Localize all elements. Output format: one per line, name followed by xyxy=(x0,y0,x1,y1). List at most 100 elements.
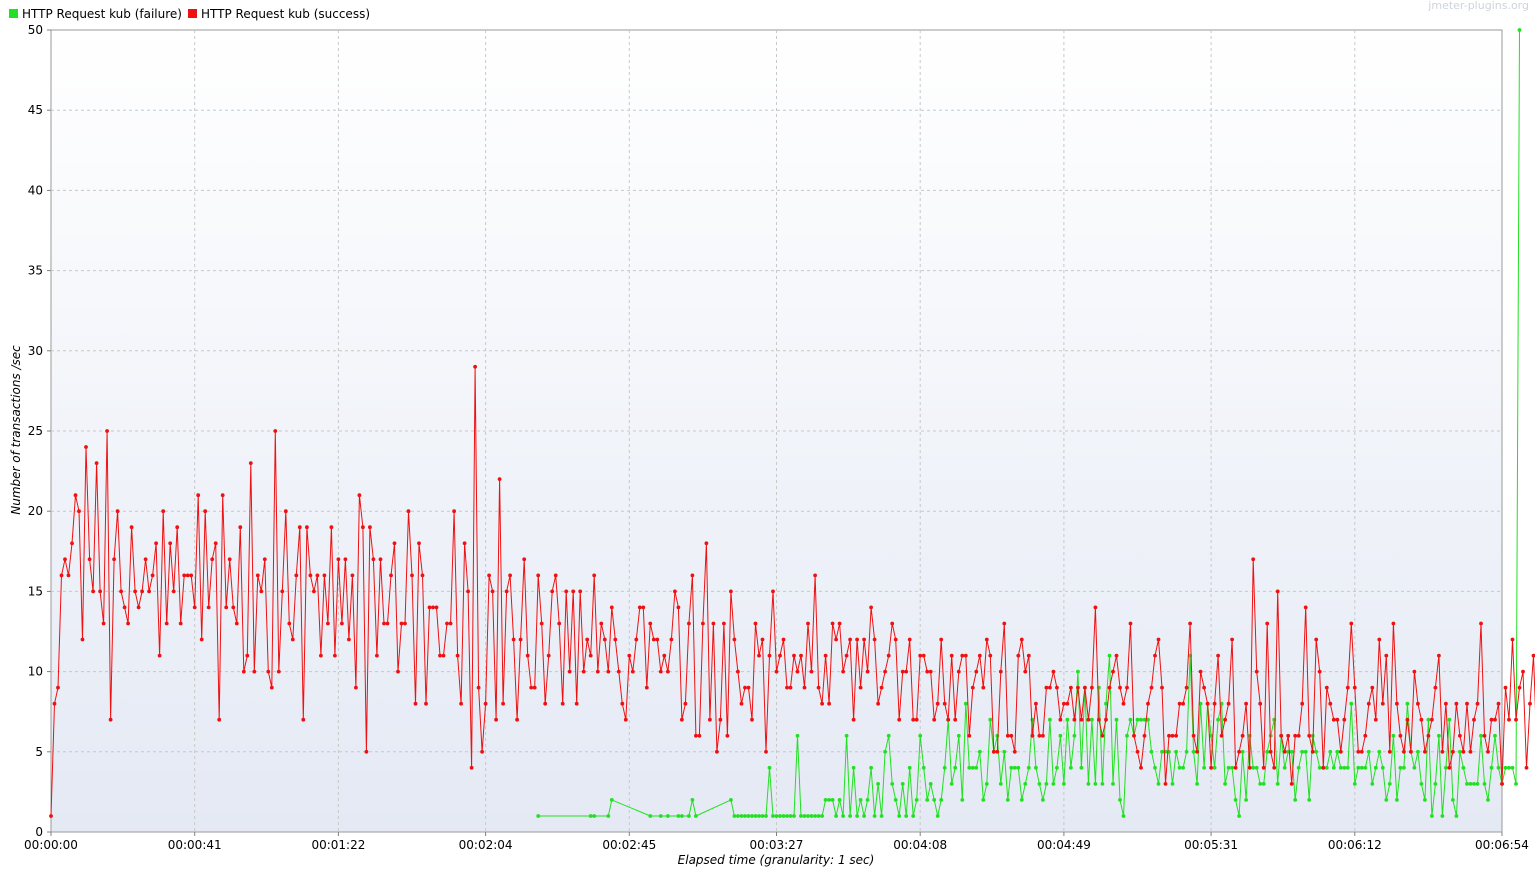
failure-point xyxy=(914,798,919,802)
success-point xyxy=(942,701,947,706)
failure-point xyxy=(1430,814,1434,818)
success-point xyxy=(673,589,677,594)
legend-swatch-failure xyxy=(9,9,18,18)
success-point xyxy=(536,573,541,578)
failure-point xyxy=(736,814,740,818)
success-point xyxy=(392,541,397,546)
success-point xyxy=(1531,653,1535,658)
success-point xyxy=(1338,749,1343,754)
failure-point xyxy=(848,814,852,818)
success-point xyxy=(715,749,719,754)
success-point xyxy=(820,701,824,706)
success-point xyxy=(1321,765,1326,770)
success-point xyxy=(1002,621,1007,626)
success-point xyxy=(781,637,786,642)
failure-point xyxy=(1440,814,1445,818)
failure-point xyxy=(1195,782,1199,786)
success-point xyxy=(841,669,845,674)
success-point xyxy=(185,573,190,578)
success-point xyxy=(1282,749,1287,754)
success-point xyxy=(1037,733,1042,738)
failure-point xyxy=(970,765,975,770)
success-point xyxy=(725,733,730,738)
success-point xyxy=(1454,701,1459,706)
success-point xyxy=(736,669,740,674)
failure-point xyxy=(865,798,870,802)
success-point xyxy=(119,589,123,594)
failure-point xyxy=(1058,733,1063,738)
failure-point xyxy=(1465,782,1469,786)
success-point xyxy=(644,685,649,690)
success-point xyxy=(897,717,902,722)
success-point xyxy=(1426,733,1431,738)
success-point xyxy=(1062,701,1066,706)
failure-point xyxy=(1226,765,1231,770)
failure-point xyxy=(1244,798,1248,802)
success-point xyxy=(427,605,432,610)
success-point xyxy=(361,525,365,530)
y-tick-label: 35 xyxy=(28,264,43,278)
failure-point xyxy=(858,798,863,802)
failure-point xyxy=(1377,749,1382,754)
failure-point xyxy=(932,798,937,802)
failure-point xyxy=(1342,765,1347,770)
success-point xyxy=(515,717,519,722)
failure-point xyxy=(1426,717,1431,722)
success-point xyxy=(546,653,551,658)
success-point xyxy=(1444,701,1448,706)
success-point xyxy=(445,621,449,626)
success-point xyxy=(1451,749,1455,754)
failure-point xyxy=(963,701,968,706)
success-point xyxy=(830,621,835,626)
success-point xyxy=(1209,765,1213,770)
failure-point xyxy=(690,798,695,802)
success-point xyxy=(1093,605,1098,610)
success-point xyxy=(935,701,940,706)
success-point xyxy=(494,717,498,722)
failure-point xyxy=(1048,717,1052,722)
success-point xyxy=(259,589,264,594)
success-point xyxy=(406,509,411,514)
failure-point xyxy=(1034,765,1038,770)
failure-point xyxy=(1275,782,1280,786)
failure-point xyxy=(1121,814,1126,818)
failure-point xyxy=(1051,782,1056,786)
success-point xyxy=(704,541,709,546)
failure-point xyxy=(960,798,965,802)
success-point xyxy=(1356,749,1361,754)
failure-point xyxy=(687,814,691,818)
success-point xyxy=(1237,749,1241,754)
failure-point xyxy=(1037,782,1042,786)
failure-point xyxy=(785,814,789,818)
success-point xyxy=(126,621,130,626)
success-point xyxy=(750,717,754,722)
success-point xyxy=(760,637,765,642)
success-point xyxy=(1261,765,1266,770)
success-point xyxy=(308,573,313,578)
failure-point xyxy=(1293,798,1298,802)
success-point xyxy=(872,637,877,642)
success-point xyxy=(1079,717,1084,722)
success-point xyxy=(984,637,989,642)
success-point xyxy=(133,589,138,594)
success-point xyxy=(1202,685,1206,690)
success-point xyxy=(1405,717,1410,722)
success-point xyxy=(49,814,53,818)
failure-point xyxy=(588,814,593,818)
failure-point xyxy=(1489,765,1494,770)
success-point xyxy=(1023,669,1028,674)
failure-point xyxy=(879,814,884,818)
failure-point xyxy=(743,814,747,818)
failure-point xyxy=(1251,765,1256,770)
success-point xyxy=(1363,733,1368,738)
success-point xyxy=(1083,685,1087,690)
success-point xyxy=(613,637,618,642)
failure-point xyxy=(1447,717,1452,722)
success-point xyxy=(1279,733,1284,738)
success-point xyxy=(1181,701,1185,706)
success-point xyxy=(869,605,873,610)
failure-point xyxy=(977,749,982,754)
failure-point xyxy=(1160,749,1164,754)
success-point xyxy=(862,637,866,642)
success-point xyxy=(1086,717,1091,722)
